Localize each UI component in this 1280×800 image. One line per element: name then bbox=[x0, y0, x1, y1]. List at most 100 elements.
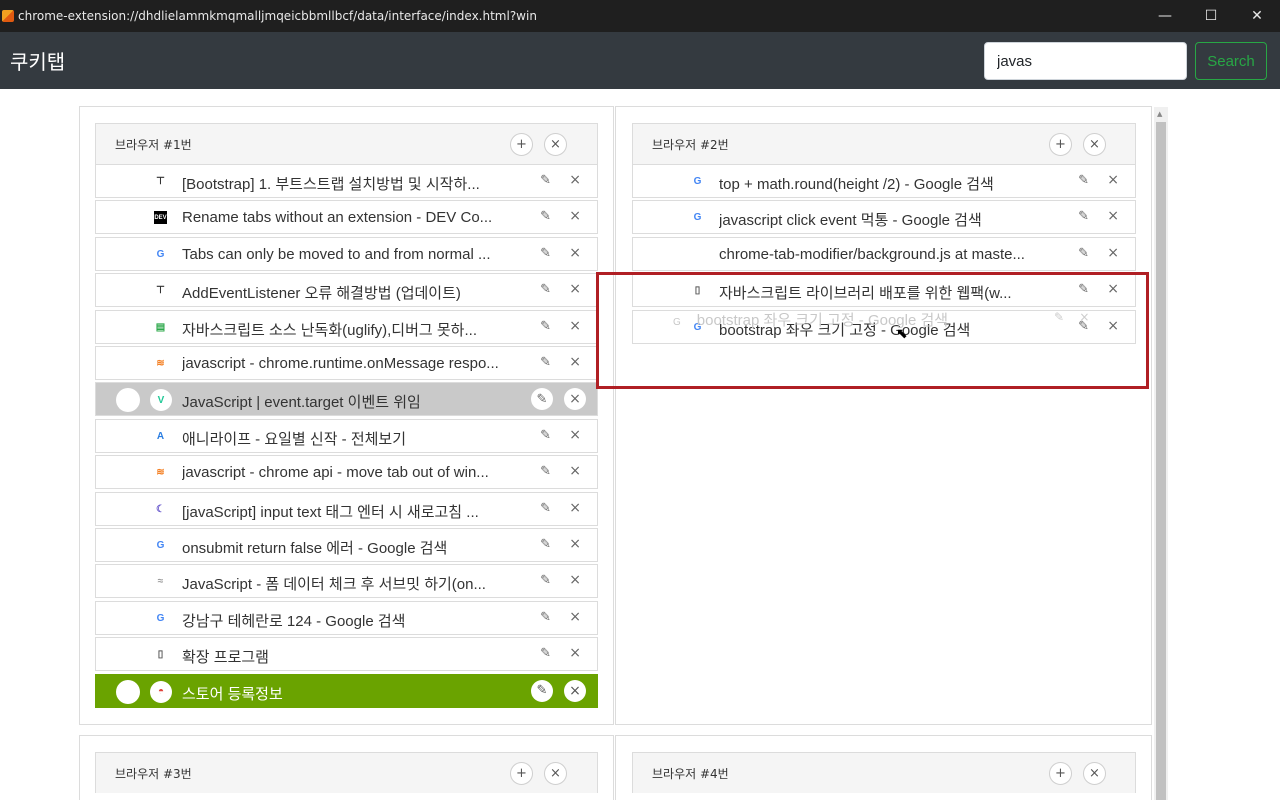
tab-title[interactable]: [javaScript] input text 태그 엔터 시 새로고침 ... bbox=[182, 501, 512, 522]
tab-title[interactable]: JavaScript | event.target 이벤트 위임 bbox=[182, 391, 512, 412]
brand-title[interactable]: 쿠키탭 bbox=[10, 46, 65, 75]
tab-row[interactable]: ≋ javascript - chrome api - move tab out … bbox=[95, 455, 598, 490]
close-tab-icon[interactable]: × bbox=[569, 318, 581, 334]
tab-title[interactable]: chrome-tab-modifier/background.js at mas… bbox=[719, 246, 1049, 263]
select-tab-toggle[interactable] bbox=[116, 679, 140, 704]
search-button[interactable]: Search bbox=[1195, 42, 1267, 80]
edit-tab-icon[interactable]: ✎ bbox=[540, 173, 551, 188]
tab-row[interactable]: ☾ [javaScript] input text 태그 엔터 시 새로고침 ..… bbox=[95, 491, 598, 526]
close-tab-icon[interactable]: × bbox=[569, 172, 581, 188]
close-browser-button[interactable]: × bbox=[1083, 133, 1106, 156]
tab-title[interactable]: Tabs can only be moved to and from norma… bbox=[182, 246, 512, 263]
tab-row[interactable]: G 강남구 테헤란로 124 - Google 검색 ✎ × bbox=[95, 600, 598, 635]
tab-row[interactable]: ▤ 자바스크립트 소스 난독화(uglify),디버그 못하... ✎ × bbox=[95, 309, 598, 344]
edit-tab-icon[interactable]: ✎ bbox=[531, 679, 553, 702]
tab-row[interactable]: Gtop + math.round(height /2) - Google 검색… bbox=[632, 164, 1136, 198]
edit-tab-icon[interactable]: ✎ bbox=[540, 355, 551, 370]
tab-row[interactable]: chrome-tab-modifier/background.js at mas… bbox=[632, 236, 1136, 271]
close-tab-icon[interactable]: × bbox=[569, 536, 581, 552]
tab-title[interactable]: javascript - chrome api - move tab out o… bbox=[182, 464, 512, 481]
edit-tab-icon[interactable]: ✎ bbox=[540, 610, 551, 625]
scrollbar[interactable]: ▲ bbox=[1154, 107, 1168, 800]
drag-cursor-icon: ⬉ bbox=[896, 326, 908, 342]
close-browser-button[interactable]: × bbox=[544, 762, 567, 785]
tab-title[interactable]: AddEventListener 오류 해결방법 (업데이트) bbox=[182, 282, 512, 303]
scrollbar-thumb[interactable] bbox=[1156, 122, 1166, 800]
green-doc-icon: ▤ bbox=[155, 321, 166, 333]
tab-title[interactable]: onsubmit return false 에러 - Google 검색 bbox=[182, 537, 512, 558]
close-tab-icon[interactable]: × bbox=[569, 281, 581, 297]
app-icon bbox=[2, 10, 14, 22]
google-icon: G bbox=[693, 176, 702, 187]
stackoverflow-icon: ≋ bbox=[156, 467, 165, 479]
tab-row[interactable]: ≋ javascript - chrome.runtime.onMessage r… bbox=[95, 346, 598, 380]
tab-row[interactable]: A 애니라이프 - 요일별 신작 - 전체보기 ✎ × bbox=[95, 418, 598, 453]
tab-row[interactable]: DEV Rename tabs without an extension - DE… bbox=[95, 200, 598, 235]
tab-title[interactable]: 강남구 테헤란로 124 - Google 검색 bbox=[182, 610, 512, 631]
tab-title[interactable]: 애니라이프 - 요일별 신작 - 전체보기 bbox=[182, 428, 512, 449]
edit-tab-icon[interactable]: ✎ bbox=[540, 464, 551, 479]
add-tab-button[interactable]: + bbox=[1049, 133, 1072, 156]
tab-row[interactable]: Gonsubmit return false 에러 - Google 검색 ✎ × bbox=[95, 528, 598, 562]
close-tab-icon[interactable]: × bbox=[569, 572, 581, 588]
edit-tab-icon[interactable]: ✎ bbox=[540, 537, 551, 552]
tab-title[interactable]: Rename tabs without an extension - DEV C… bbox=[182, 209, 512, 226]
close-tab-icon[interactable]: × bbox=[569, 208, 581, 224]
close-window-button[interactable]: ✕ bbox=[1234, 0, 1280, 32]
tab-title[interactable]: top + math.round(height /2) - Google 검색 bbox=[719, 173, 1049, 194]
tab-row[interactable]: ≈ JavaScript - 폼 데이터 체크 후 서브밋 하기(on... ✎ × bbox=[95, 564, 598, 599]
tab-title[interactable]: 스토어 등록정보 bbox=[182, 683, 512, 704]
edit-tab-icon[interactable]: ✎ bbox=[540, 282, 551, 297]
edit-tab-icon[interactable]: ✎ bbox=[540, 209, 551, 224]
close-tab-icon[interactable]: × bbox=[1107, 172, 1119, 188]
drop-target-highlight bbox=[596, 272, 1149, 389]
tab-row[interactable]: G Tabs can only be moved to and from norm… bbox=[95, 236, 598, 271]
tab-title[interactable]: javascript - chrome.runtime.onMessage re… bbox=[182, 355, 512, 372]
close-tab-icon[interactable]: × bbox=[1107, 245, 1119, 261]
add-tab-button[interactable]: + bbox=[510, 762, 533, 785]
minimize-button[interactable]: — bbox=[1142, 0, 1188, 32]
edit-tab-icon[interactable]: ✎ bbox=[1078, 209, 1089, 224]
maximize-button[interactable]: ☐ bbox=[1188, 0, 1234, 32]
close-tab-icon[interactable]: × bbox=[569, 500, 581, 516]
tab-title[interactable]: javascript click event 먹통 - Google 검색 bbox=[719, 209, 1049, 230]
close-tab-icon[interactable]: × bbox=[569, 645, 581, 661]
close-browser-button[interactable]: × bbox=[544, 133, 567, 156]
close-tab-icon[interactable]: × bbox=[1107, 208, 1119, 224]
edit-tab-icon[interactable]: ✎ bbox=[531, 388, 553, 411]
tab-row[interactable]: Gjavascript click event 먹통 - Google 검색 ✎ × bbox=[632, 200, 1136, 235]
add-tab-button[interactable]: + bbox=[510, 133, 533, 156]
edit-tab-icon[interactable]: ✎ bbox=[1078, 246, 1089, 261]
document-icon: ▯ bbox=[157, 649, 164, 661]
tab-row[interactable]: ▯ 확장 프로그램 ✎ × bbox=[95, 637, 598, 672]
bootstrap-tree-icon: ⊤ bbox=[156, 285, 165, 297]
tab-row[interactable]: ⊤ [Bootstrap] 1. 부트스트랩 설치방법 및 시작하... ✎ × bbox=[95, 164, 598, 198]
edit-tab-icon[interactable]: ✎ bbox=[540, 428, 551, 443]
tab-row[interactable]: ◓ 스토어 등록정보 ✎ × bbox=[95, 673, 598, 708]
panel-title: 브라우저 #1번 bbox=[115, 138, 192, 152]
close-tab-icon[interactable]: × bbox=[569, 245, 581, 261]
edit-tab-icon[interactable]: ✎ bbox=[540, 319, 551, 334]
tab-title[interactable]: JavaScript - 폼 데이터 체크 후 서브밋 하기(on... bbox=[182, 573, 512, 594]
select-tab-toggle[interactable] bbox=[116, 388, 140, 413]
edit-tab-icon[interactable]: ✎ bbox=[540, 573, 551, 588]
tab-row[interactable]: ⊤ AddEventListener 오류 해결방법 (업데이트) ✎ × bbox=[95, 273, 598, 308]
tab-title[interactable]: [Bootstrap] 1. 부트스트랩 설치방법 및 시작하... bbox=[182, 173, 512, 194]
close-tab-icon[interactable]: × bbox=[564, 679, 586, 702]
scroll-up-icon[interactable]: ▲ bbox=[1157, 110, 1162, 118]
close-browser-button[interactable]: × bbox=[1083, 762, 1106, 785]
close-tab-icon[interactable]: × bbox=[569, 427, 581, 443]
add-tab-button[interactable]: + bbox=[1049, 762, 1072, 785]
search-input[interactable] bbox=[984, 42, 1187, 80]
edit-tab-icon[interactable]: ✎ bbox=[540, 246, 551, 261]
tab-title[interactable]: 자바스크립트 소스 난독화(uglify),디버그 못하... bbox=[182, 319, 512, 340]
edit-tab-icon[interactable]: ✎ bbox=[1078, 173, 1089, 188]
close-tab-icon[interactable]: × bbox=[569, 354, 581, 370]
edit-tab-icon[interactable]: ✎ bbox=[540, 646, 551, 661]
close-tab-icon[interactable]: × bbox=[564, 388, 586, 411]
close-tab-icon[interactable]: × bbox=[569, 463, 581, 479]
edit-tab-icon[interactable]: ✎ bbox=[540, 501, 551, 516]
tab-title[interactable]: 확장 프로그램 bbox=[182, 646, 512, 667]
close-tab-icon[interactable]: × bbox=[569, 609, 581, 625]
tab-row[interactable]: V JavaScript | event.target 이벤트 위임 ✎ × bbox=[95, 382, 598, 417]
